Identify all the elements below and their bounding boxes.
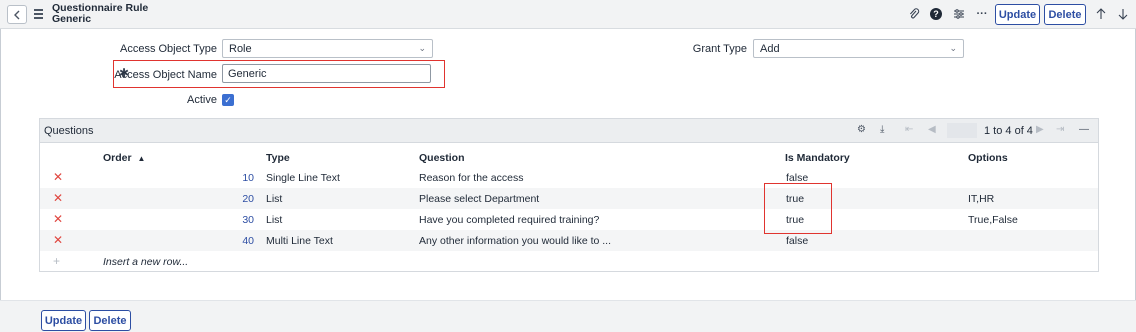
column-header-is-mandatory[interactable]: Is Mandatory — [785, 152, 850, 164]
cell-order[interactable]: 40 — [214, 235, 254, 247]
footer-delete-button[interactable]: Delete — [89, 310, 131, 331]
sort-ascending-icon: ▲ — [137, 154, 146, 163]
delete-row-icon[interactable]: ✕ — [53, 212, 63, 226]
delete-row-icon[interactable]: ✕ — [53, 170, 63, 184]
add-row-icon[interactable]: + — [53, 254, 60, 268]
cell-question[interactable]: Any other information you would like to … — [419, 235, 611, 247]
questions-list-title: Questions — [44, 125, 94, 137]
cell-type[interactable]: Single Line Text — [266, 172, 340, 184]
delete-row-icon[interactable]: ✕ — [53, 233, 63, 247]
form-header: Questionnaire Rule Generic ? ··· Update … — [0, 0, 1136, 29]
cell-question[interactable]: Have you completed required training? — [419, 214, 599, 226]
cell-question[interactable]: Please select Department — [419, 193, 539, 205]
grant-type-label: Grant Type — [692, 43, 747, 55]
cell-order[interactable]: 20 — [214, 193, 254, 205]
questions-list-header: Questions ⚙ ⤓ ⇤ ◀ 1 to 4 of 4 ▶ ⇥ — — [40, 119, 1098, 143]
cell-question[interactable]: Reason for the access — [419, 172, 523, 184]
cell-options[interactable]: True,False — [968, 214, 1018, 226]
access-object-type-label: Access Object Type — [119, 43, 217, 55]
collapse-icon[interactable]: — — [1079, 124, 1089, 135]
cell-order[interactable]: 30 — [214, 214, 254, 226]
record-name-subtitle: Generic — [52, 13, 92, 25]
back-icon — [14, 10, 20, 19]
insert-row[interactable]: + Insert a new row... — [40, 251, 1098, 272]
cell-order[interactable]: 10 — [214, 172, 254, 184]
sliders-icon[interactable] — [951, 6, 967, 22]
page-number-input[interactable] — [947, 123, 977, 138]
column-header-order[interactable]: Order ▲ — [103, 152, 145, 164]
column-header-question[interactable]: Question — [419, 152, 465, 164]
table-row[interactable]: ✕ 40 Multi Line Text Any other informati… — [40, 230, 1098, 251]
header-delete-button[interactable]: Delete — [1044, 4, 1086, 25]
active-label: Active — [187, 94, 217, 106]
table-row[interactable]: ✕ 20 List Please select Department true … — [40, 188, 1098, 209]
grant-type-value: Add — [760, 42, 780, 55]
questions-related-list: Questions ⚙ ⤓ ⇤ ◀ 1 to 4 of 4 ▶ ⇥ — Orde… — [39, 118, 1099, 272]
form-footer — [0, 300, 1136, 332]
first-page-icon[interactable]: ⇤ — [905, 124, 913, 135]
arrow-down-icon[interactable] — [1115, 6, 1131, 22]
help-icon[interactable]: ? — [928, 6, 944, 22]
cell-type[interactable]: Multi Line Text — [266, 235, 333, 247]
delete-row-icon[interactable]: ✕ — [53, 191, 63, 205]
table-row[interactable]: ✕ 10 Single Line Text Reason for the acc… — [40, 167, 1098, 188]
next-page-icon[interactable]: ▶ — [1036, 124, 1044, 135]
arrow-up-icon[interactable] — [1093, 6, 1109, 22]
header-update-button[interactable]: Update — [995, 4, 1040, 25]
column-header-type[interactable]: Type — [266, 152, 290, 164]
last-page-icon[interactable]: ⇥ — [1056, 124, 1064, 135]
chevron-down-icon: ⌄ — [949, 43, 957, 53]
page-title: Questionnaire Rule Generic — [52, 3, 148, 25]
paperclip-icon[interactable] — [906, 6, 922, 22]
gear-icon[interactable]: ⚙ — [857, 124, 866, 135]
hamburger-icon[interactable] — [34, 7, 46, 21]
access-object-name-input[interactable]: Generic — [222, 64, 431, 83]
table-row[interactable]: ✕ 30 List Have you completed required tr… — [40, 209, 1098, 230]
more-icon[interactable]: ··· — [974, 6, 990, 22]
insert-new-row-link[interactable]: Insert a new row... — [103, 256, 188, 268]
back-button[interactable] — [7, 5, 27, 24]
cell-type[interactable]: List — [266, 193, 282, 205]
footer-update-button[interactable]: Update — [41, 310, 86, 331]
chevron-down-icon: ⌄ — [418, 43, 426, 53]
pager-range-text: 1 to 4 of 4 — [984, 125, 1033, 137]
column-header-options[interactable]: Options — [968, 152, 1008, 164]
grant-type-select[interactable]: Add ⌄ — [753, 39, 964, 58]
highlight-box-is-mandatory — [764, 183, 832, 234]
export-icon[interactable]: ⤓ — [880, 124, 884, 135]
access-object-type-value: Role — [229, 42, 252, 55]
access-object-type-select[interactable]: Role ⌄ — [222, 39, 433, 58]
access-object-name-label: Access Object Name — [114, 69, 217, 81]
cell-options[interactable]: IT,HR — [968, 193, 994, 205]
cell-is-mandatory[interactable]: false — [786, 235, 808, 247]
active-checkbox[interactable]: ✓ — [222, 94, 234, 106]
previous-page-icon[interactable]: ◀ — [928, 124, 936, 135]
cell-type[interactable]: List — [266, 214, 282, 226]
